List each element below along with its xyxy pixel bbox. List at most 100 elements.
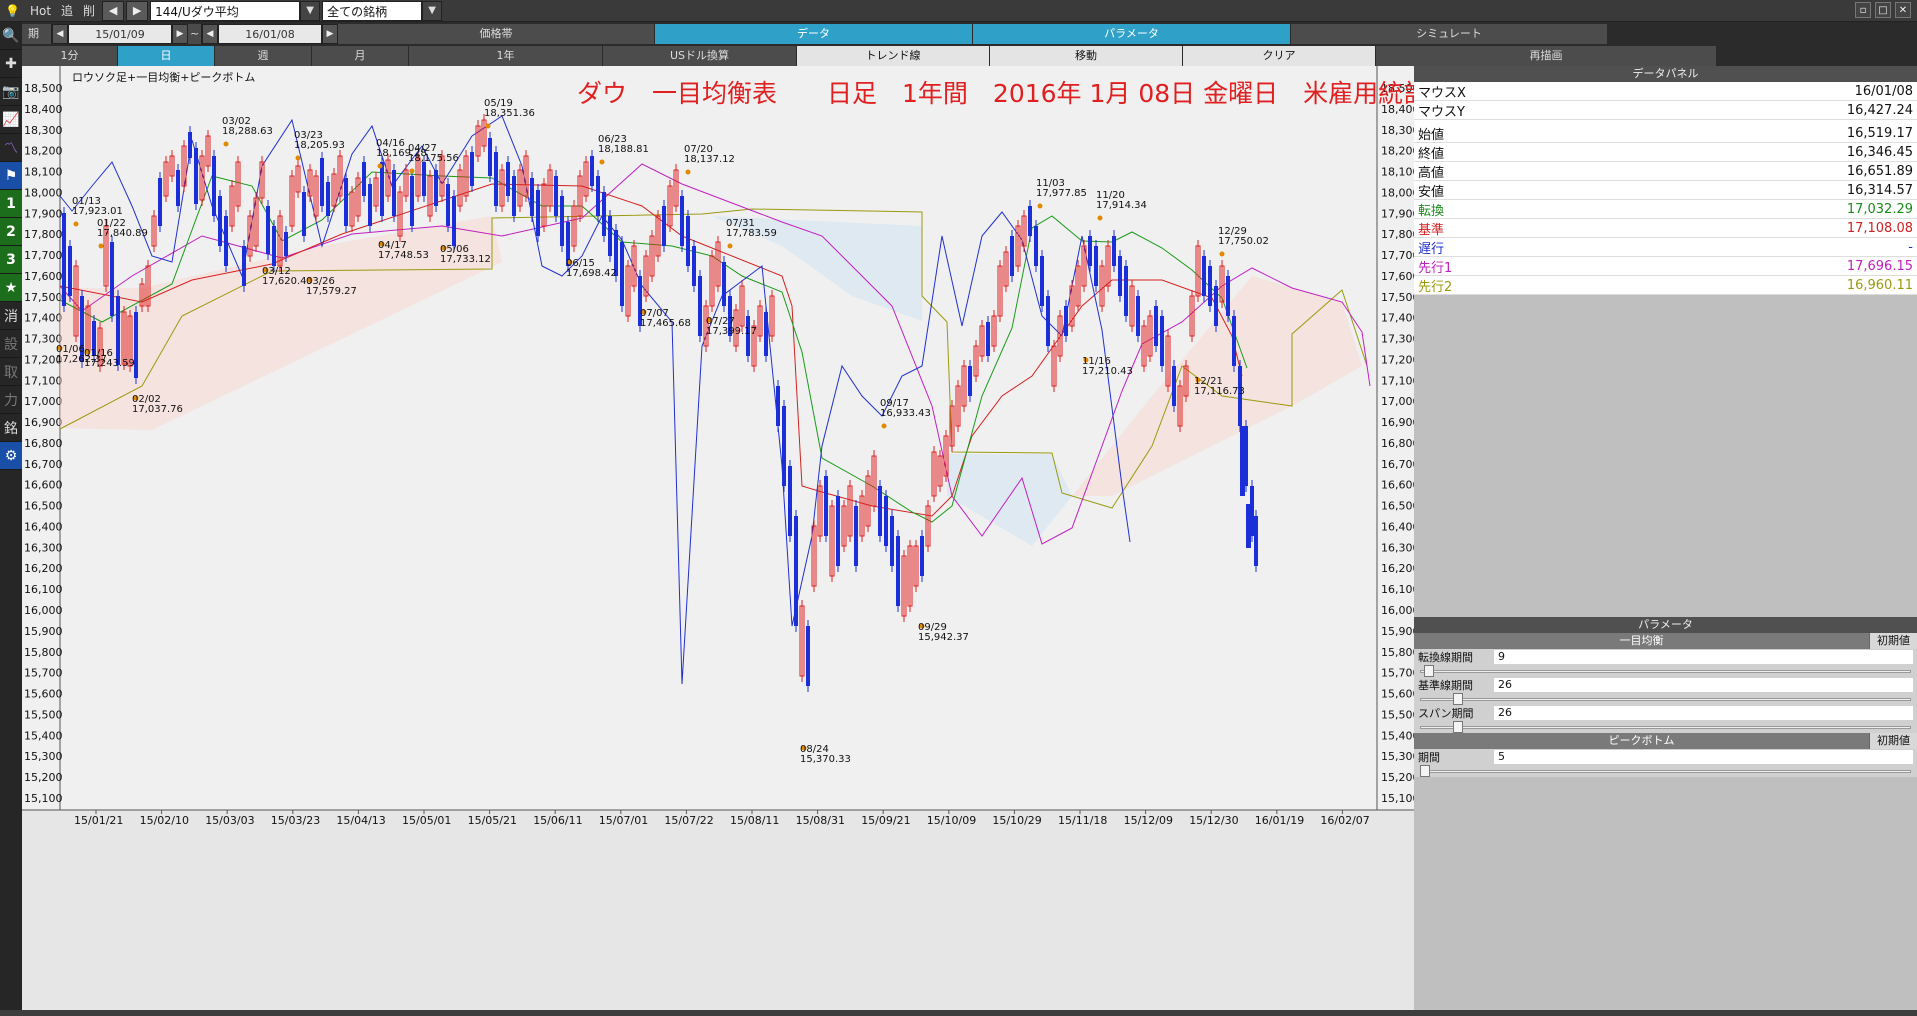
y-tick-label-right: 15,800	[1381, 646, 1414, 659]
to-date-input[interactable]: 16/01/08	[218, 24, 322, 44]
tab-data[interactable]: データ	[655, 24, 973, 44]
x-tick-label: 15/06/11	[533, 814, 582, 827]
bulb-icon[interactable]: 💡	[0, 2, 25, 20]
y-tick-label-left: 16,100	[24, 583, 63, 596]
param-value-input[interactable]: 26	[1494, 706, 1913, 720]
candle-body-down	[284, 232, 288, 256]
timeframe-1year[interactable]: 1年	[409, 46, 603, 66]
maximize-icon[interactable]: □	[1875, 2, 1891, 18]
move-button[interactable]: 移動	[990, 46, 1183, 66]
from-date-input[interactable]: 15/01/09	[68, 24, 172, 44]
minimize-icon[interactable]: ▫	[1855, 2, 1871, 18]
candle-body-down	[680, 196, 684, 246]
settings-char-button[interactable]: 設	[0, 330, 22, 358]
peak-value-label: 17,698.42	[566, 268, 617, 279]
camera-icon[interactable]: 📷	[0, 78, 22, 106]
indicator-icon[interactable]: 〽	[0, 134, 22, 162]
layout-2-button[interactable]: 2	[0, 218, 22, 246]
delete-button[interactable]: 削	[78, 2, 100, 20]
peak-marker	[1219, 251, 1225, 257]
from-prev-button[interactable]: ◀	[52, 24, 68, 44]
tab-parameter[interactable]: パラメータ	[973, 24, 1291, 44]
gear-icon[interactable]: ⚙	[0, 442, 22, 470]
indicator-label: ロウソク足+一目均衡+ピークボトム	[72, 71, 256, 84]
ichimoku-reset-button[interactable]: 初期値	[1869, 633, 1917, 649]
star-icon[interactable]: ★	[0, 274, 22, 302]
symbol-select[interactable]: 144/Uダウ平均	[150, 0, 301, 21]
ichimoku-chart[interactable]: 18,50018,50018,40018,40018,30018,30018,2…	[22, 66, 1414, 1016]
peak-value-label: 15,942.37	[918, 632, 969, 643]
peak-value-label: 17,733.12	[440, 254, 491, 265]
candle-body-down	[362, 162, 366, 196]
hot-button[interactable]: Hot	[25, 2, 56, 20]
stock-filter-select[interactable]: 全ての銘柄	[322, 0, 423, 21]
y-tick-label-right: 17,300	[1381, 333, 1414, 346]
candle-body-down	[890, 516, 894, 566]
y-tick-label-right: 16,800	[1381, 437, 1414, 450]
y-tick-label-right: 16,200	[1381, 562, 1414, 575]
peak-value-label: 17,977.85	[1036, 188, 1087, 199]
timeframe-1min[interactable]: 1分	[22, 46, 118, 66]
y-tick-label-left: 17,400	[24, 312, 63, 325]
param-value-input[interactable]: 26	[1494, 678, 1913, 692]
y-tick-label-left: 16,700	[24, 458, 63, 471]
clear-button[interactable]: クリア	[1183, 46, 1376, 66]
param-slider[interactable]	[1414, 665, 1917, 677]
data-panel-row: 先行1 17,696.15	[1414, 257, 1917, 276]
timeframe-week[interactable]: 週	[215, 46, 312, 66]
stock-button[interactable]: 銘	[0, 414, 22, 442]
tab-price-range[interactable]: 価格帯	[338, 24, 655, 44]
erase-button[interactable]: 消	[0, 302, 22, 330]
param-slider[interactable]	[1414, 721, 1917, 733]
slider-thumb[interactable]	[1420, 765, 1430, 777]
x-tick-label: 16/01/19	[1255, 814, 1304, 827]
candle-body-down	[1240, 426, 1245, 496]
layout-3-button[interactable]: 3	[0, 246, 22, 274]
trendline-button[interactable]: トレンド線	[797, 46, 990, 66]
data-panel-label: 安値	[1418, 184, 1445, 200]
tab-simulate[interactable]: シミュレート	[1291, 24, 1608, 44]
param-label: 期間	[1418, 751, 1440, 764]
peak-reset-button[interactable]: 初期値	[1869, 733, 1917, 749]
candle-body-down	[1064, 306, 1068, 336]
to-prev-button[interactable]: ◀	[202, 24, 218, 44]
slider-thumb[interactable]	[1423, 665, 1434, 677]
candle-body-down	[1136, 296, 1140, 336]
candle-body-down	[608, 216, 612, 256]
timeframe-day[interactable]: 日	[118, 46, 215, 66]
candle-body-down	[920, 536, 924, 576]
param-value-input[interactable]: 5	[1494, 750, 1913, 764]
candle-body-down	[470, 152, 474, 186]
chart-area[interactable]: 18,50018,50018,40018,40018,30018,30018,2…	[22, 66, 1453, 1016]
layout-1-button[interactable]: 1	[0, 190, 22, 218]
param-value-input[interactable]: 9	[1494, 650, 1913, 664]
param-slider[interactable]	[1414, 693, 1917, 705]
candle-body-down	[1118, 256, 1122, 296]
prev-symbol-button[interactable]: ◀	[102, 0, 125, 21]
symbol-dropdown-icon[interactable]: ▼	[300, 0, 321, 21]
close-icon[interactable]: ✕	[1895, 2, 1911, 18]
data-panel-label: 転換	[1418, 203, 1445, 219]
peak-marker	[1097, 215, 1103, 221]
line-chart-icon[interactable]: 📈	[0, 106, 22, 134]
from-next-button[interactable]: ▶	[172, 24, 188, 44]
redraw-button[interactable]: 再描画	[1376, 46, 1717, 66]
candle-body-down	[806, 626, 810, 686]
stock-filter-dropdown-icon[interactable]: ▼	[422, 0, 443, 21]
candle-body-down	[422, 162, 426, 196]
add-button[interactable]: 追	[56, 2, 78, 20]
usd-convert-button[interactable]: USドル換算	[603, 46, 797, 66]
to-next-button[interactable]: ▶	[322, 24, 338, 44]
search-icon[interactable]: 🔍	[0, 22, 22, 50]
slider-thumb[interactable]	[1452, 693, 1463, 705]
flag-icon[interactable]: ⚑	[0, 162, 22, 190]
y-tick-label-left: 18,000	[24, 186, 63, 199]
fetch-button[interactable]: 取	[0, 358, 22, 386]
plus-icon[interactable]: ✚	[0, 50, 22, 78]
slider-thumb[interactable]	[1452, 721, 1463, 733]
timeframe-month[interactable]: 月	[312, 46, 409, 66]
power-button[interactable]: 力	[0, 386, 22, 414]
y-tick-label-right: 16,700	[1381, 458, 1414, 471]
next-symbol-button[interactable]: ▶	[126, 0, 149, 21]
param-slider[interactable]	[1414, 765, 1917, 777]
